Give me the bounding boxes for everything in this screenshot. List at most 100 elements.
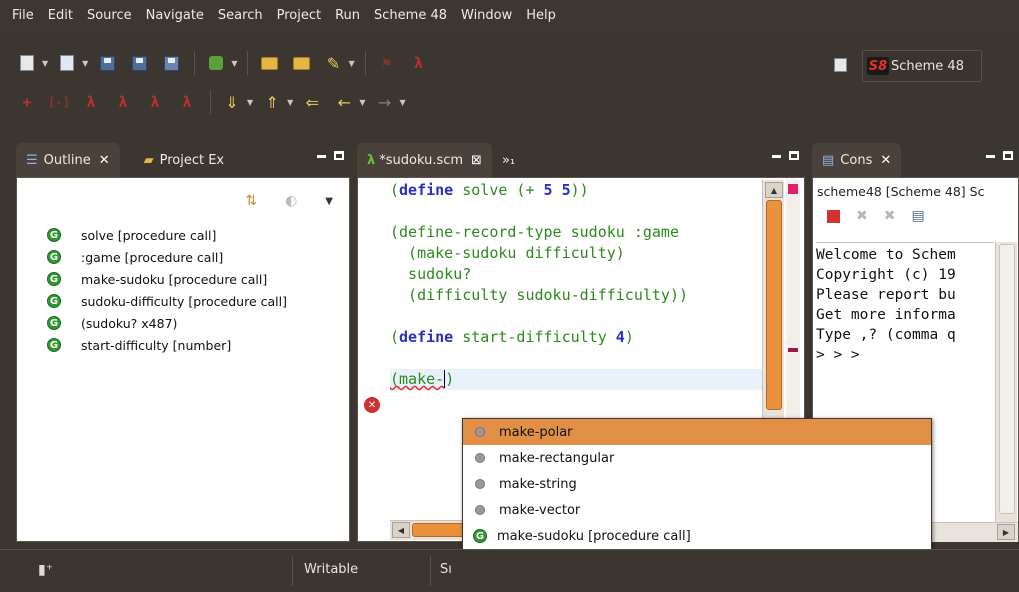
scheme-load-button[interactable]: ⚑ [374,50,400,76]
outline-item[interactable]: Gmake-sudoku [procedure call] [47,268,349,290]
last-edit-button[interactable]: ⇐ [299,89,325,115]
minimize-icon[interactable] [317,155,326,158]
menu-project[interactable]: Project [271,8,327,23]
close-icon[interactable]: ✕ [99,153,110,168]
error-marker-icon[interactable]: ✕ [364,397,380,413]
lambda-button-3[interactable]: λ [142,89,168,115]
menu-run[interactable]: Run [329,8,366,23]
lambda-button-1[interactable]: λ [78,89,104,115]
overview-mark[interactable] [788,348,798,352]
dropdown-caret-icon[interactable]: ▼ [247,98,253,107]
save-button[interactable] [94,50,120,76]
outline-toolbar: ⇅ ◐ ▼ [17,178,349,224]
completion-item[interactable]: Gmake-sudoku [procedure call] [463,523,931,549]
menu-help[interactable]: Help [520,8,562,23]
outline-item[interactable]: Gsudoku-difficulty [procedure call] [47,290,349,312]
save-all-button[interactable] [126,50,152,76]
outline-body: ⇅ ◐ ▼ Gsolve [procedure call] G:game [pr… [16,177,350,542]
console-icon: ▤ [822,152,835,168]
completion-item[interactable]: make-rectangular [463,445,931,471]
menu-search[interactable]: Search [212,8,269,23]
perspective-switcher[interactable]: S8 Scheme 48 [862,50,982,82]
new-file-button[interactable] [14,50,40,76]
lambda-button-4[interactable]: λ [174,89,200,115]
procedure-icon: G [47,250,61,264]
dropdown-caret-icon[interactable]: ▼ [231,59,237,68]
new-project-button[interactable] [54,50,80,76]
open-type-button[interactable] [256,50,282,76]
dropdown-caret-icon[interactable]: ▼ [359,98,365,107]
remove-all-icon[interactable]: ✖ [884,208,896,224]
minimize-icon[interactable] [772,155,781,158]
print-button[interactable] [158,50,184,76]
maximize-icon[interactable] [1003,151,1013,160]
completion-item[interactable]: make-vector [463,497,931,523]
sort-icon[interactable]: ⇅ [245,193,257,209]
open-file-button[interactable] [288,50,314,76]
completion-item[interactable]: make-string [463,471,931,497]
view-menu-icon[interactable]: ▼ [325,196,333,207]
dropdown-caret-icon[interactable]: ▼ [287,98,293,107]
code-line: (make-sudoku difficulty) [390,244,625,262]
dropdown-caret-icon[interactable]: ▼ [82,59,88,68]
save-icon [99,55,115,71]
scheme-eval-button[interactable]: λ [406,50,432,76]
dropdown-caret-icon[interactable]: ▼ [348,59,354,68]
toolbar-separator [364,51,366,75]
tab-console[interactable]: ▤ Cons ✕ [812,143,902,177]
menu-scheme48[interactable]: Scheme 48 [368,8,453,23]
dropdown-caret-icon[interactable]: ▼ [399,98,405,107]
prev-annotation-button[interactable]: ⇑ [259,89,285,115]
back-button[interactable]: ← [331,89,357,115]
terminate-icon[interactable] [827,209,840,223]
tab-overflow[interactable]: »₁ [492,143,525,177]
menu-file[interactable]: File [6,8,40,23]
completion-item[interactable]: make-polar [463,419,931,445]
tab-sudoku-scm[interactable]: λ *sudoku.scm ⊠ [357,143,492,177]
console-vertical-scrollbar[interactable] [995,242,1017,522]
menu-window[interactable]: Window [455,8,518,23]
outline-item[interactable]: G:game [procedure call] [47,246,349,268]
edit-button[interactable]: ✎ [320,50,346,76]
scroll-up-icon[interactable]: ▲ [765,182,783,198]
menu-navigate[interactable]: Navigate [140,8,210,23]
completion-label: make-vector [499,502,581,518]
close-icon[interactable]: ⊠ [471,153,482,168]
error-overview-mark[interactable] [788,184,798,194]
outline-item[interactable]: Gsolve [procedure call] [47,224,349,246]
run-button[interactable] [203,50,229,76]
tab-outline[interactable]: ☰ Outline ✕ [16,143,120,177]
forward-button[interactable]: → [371,89,397,115]
filter-icon[interactable]: ◐ [285,193,297,209]
pin-console-icon[interactable]: ▤ [911,208,924,224]
lambda-red-icon: λ [414,54,424,72]
minimize-icon[interactable] [986,155,995,158]
menu-edit[interactable]: Edit [42,8,79,23]
open-perspective-button[interactable] [834,58,850,74]
menu-source[interactable]: Source [81,8,138,23]
lambda-button-2[interactable]: λ [110,89,136,115]
outline-item[interactable]: G (sudoku? x487) [47,312,349,334]
tab-outline-label: Outline [43,152,91,168]
next-annotation-button[interactable]: ⇓ [219,89,245,115]
scroll-left-icon[interactable]: ◀ [392,522,410,538]
scrollbar-thumb[interactable] [766,200,782,410]
lambda-icon: λ [86,93,96,111]
lambda-file-icon: λ [367,152,376,168]
maximize-icon[interactable] [334,151,344,160]
console-window-controls [986,151,1013,160]
outline-item[interactable]: Gstart-difficulty [number] [47,334,349,356]
new-expression-button[interactable]: + [14,89,40,115]
bracket-button[interactable]: [-] [46,89,72,115]
remove-launch-icon[interactable]: ✖ [856,208,868,224]
fast-view-icon[interactable]: ▮⁺ [38,562,53,578]
toolbar-separator [194,51,196,75]
editor-tabbar: λ *sudoku.scm ⊠ »₁ [357,137,805,177]
scrollbar-thumb[interactable] [999,244,1015,514]
tab-project-explorer[interactable]: ▰ Project Ex [134,143,235,177]
writable-status: Writable [304,562,359,577]
close-icon[interactable]: ✕ [880,153,891,168]
dropdown-caret-icon[interactable]: ▼ [42,59,48,68]
maximize-icon[interactable] [789,151,799,160]
scroll-right-icon[interactable]: ▶ [997,524,1015,540]
